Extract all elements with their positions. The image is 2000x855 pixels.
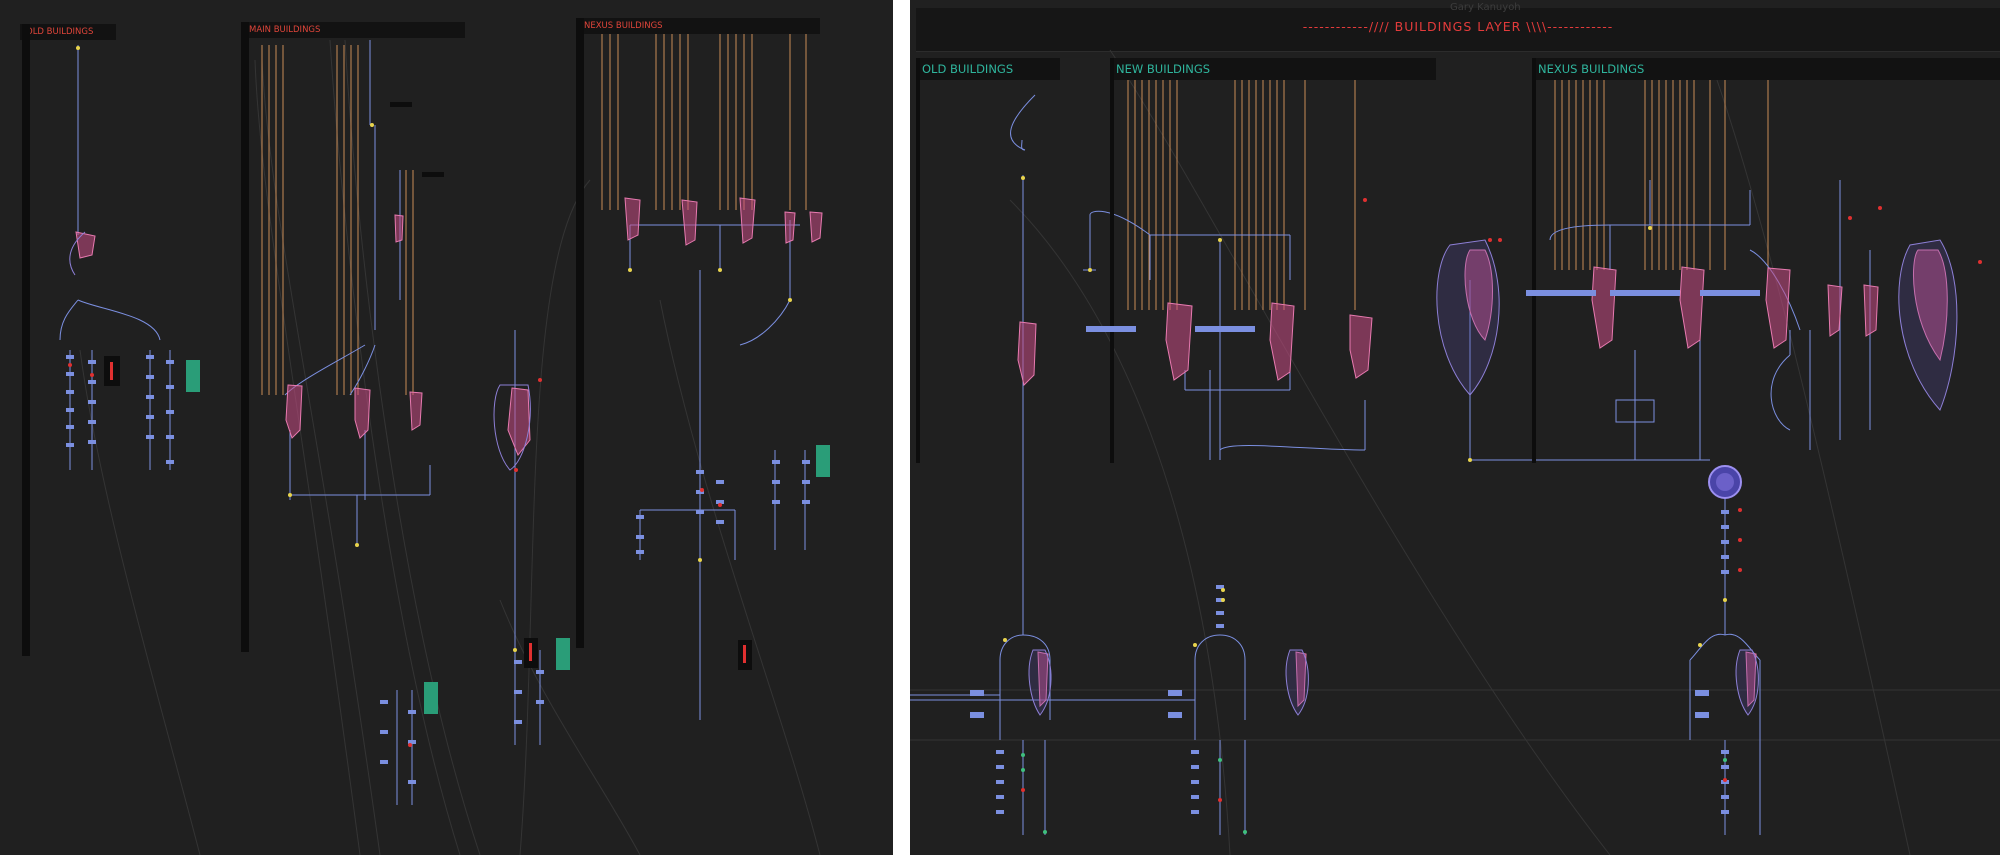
merge-node[interactable] (739, 197, 756, 244)
merge-node[interactable] (507, 387, 531, 456)
merge-node[interactable] (1165, 302, 1193, 381)
cluster-node[interactable] (1285, 649, 1309, 716)
node-graph-right-nodes (970, 176, 1982, 834)
node-graph-left-nodes (66, 46, 830, 784)
cluster-node[interactable] (1028, 649, 1052, 716)
node-graph-right[interactable]: ------------//// BUILDINGS LAYER \\\\---… (910, 0, 2000, 855)
merge-node[interactable] (1349, 314, 1373, 379)
merge-node[interactable] (354, 387, 371, 439)
merge-node[interactable] (681, 199, 698, 246)
merge-node[interactable] (1591, 266, 1617, 349)
merge-node[interactable] (394, 214, 404, 243)
cluster-node[interactable] (1735, 649, 1759, 716)
merge-node[interactable] (1827, 284, 1843, 337)
merge-node[interactable] (1269, 302, 1295, 381)
merge-node[interactable] (285, 384, 303, 439)
node-graph-left[interactable]: OLD BUILDINGS MAIN BUILDINGS NEXUS BUILD… (0, 0, 893, 855)
merge-node[interactable] (809, 211, 823, 243)
merge-node[interactable] (1863, 284, 1879, 337)
merge-node[interactable] (784, 211, 796, 244)
merge-node[interactable] (409, 391, 423, 431)
merge-node[interactable] (1017, 321, 1037, 386)
panel-divider (893, 0, 910, 855)
merge-node[interactable] (75, 231, 96, 259)
merge-node[interactable] (624, 197, 641, 241)
cluster-node[interactable] (1436, 239, 1500, 396)
cluster-node[interactable] (1898, 239, 1958, 411)
merge-node[interactable] (1765, 267, 1791, 349)
merge-node[interactable] (1679, 266, 1705, 349)
